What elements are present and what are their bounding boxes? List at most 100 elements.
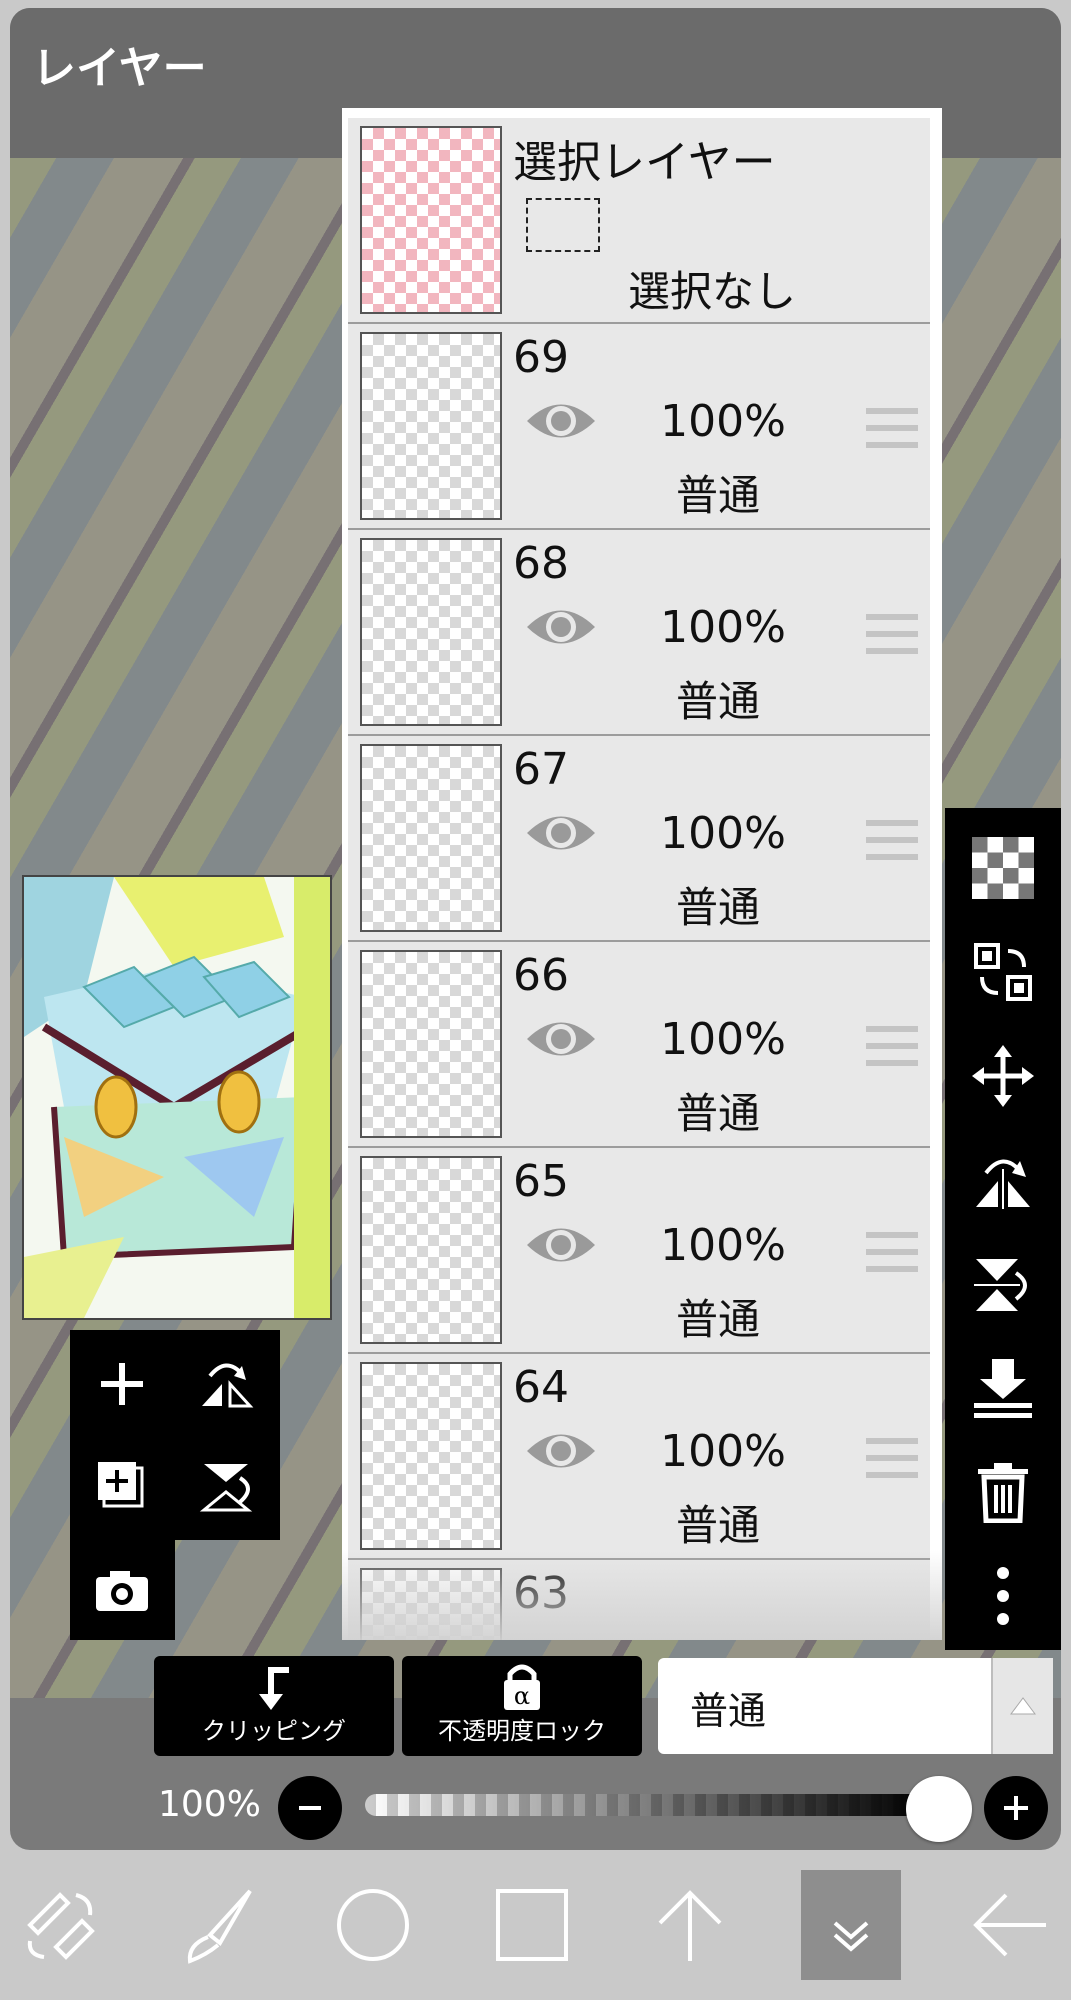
bottom-toolbar — [0, 1850, 1071, 2000]
visibility-toggle[interactable] — [523, 1426, 599, 1480]
color-button[interactable] — [323, 1870, 423, 1980]
checker-icon — [972, 837, 1034, 899]
drag-handle-icon — [866, 1026, 918, 1066]
camera-button[interactable] — [72, 1540, 172, 1640]
flip-v-icon — [199, 1464, 253, 1512]
blend-mode-select[interactable]: 普通 — [658, 1658, 1053, 1754]
eye-icon — [527, 404, 595, 438]
flip-canvas-vertical-button[interactable] — [176, 1436, 276, 1536]
flip-canvas-horizontal-button[interactable] — [176, 1334, 276, 1434]
blend-mode-dropdown-toggle[interactable] — [991, 1658, 1053, 1754]
swap-layer-button[interactable] — [963, 932, 1043, 1012]
layer-thumbnail — [360, 538, 502, 726]
layer-square-icon — [496, 1889, 568, 1961]
drag-handle-icon — [866, 408, 918, 448]
reorder-handle[interactable] — [866, 818, 918, 866]
opacity-slider-thumb[interactable] — [906, 1776, 972, 1842]
more-button[interactable] — [963, 1556, 1043, 1636]
list-fade — [342, 1550, 942, 1640]
brush-button[interactable] — [170, 1870, 270, 1980]
layer-opacity: 100% — [660, 396, 786, 447]
move-icon — [972, 1045, 1034, 1107]
visibility-toggle[interactable] — [523, 602, 599, 656]
reorder-handle[interactable] — [866, 612, 918, 660]
layer-name: 68 — [513, 538, 569, 589]
layer-button[interactable] — [482, 1870, 582, 1980]
upload-button[interactable] — [640, 1870, 740, 1980]
clipping-icon — [259, 1667, 289, 1710]
flip-horizontal-icon — [976, 1159, 1030, 1209]
opacity-decrease-button[interactable] — [278, 1776, 342, 1840]
left-toolbar — [70, 1330, 280, 1640]
add-special-layer-button[interactable] — [72, 1436, 172, 1536]
clipping-label: クリッピング — [202, 1717, 346, 1745]
reorder-handle[interactable] — [866, 1024, 918, 1072]
collapse-panel-button[interactable] — [801, 1870, 901, 1980]
page-title: レイヤー — [32, 43, 207, 94]
visibility-toggle[interactable] — [523, 1014, 599, 1068]
drag-handle-icon — [866, 820, 918, 860]
delete-layer-button[interactable] — [963, 1452, 1043, 1532]
reorder-handle[interactable] — [866, 1436, 918, 1484]
eye-icon — [527, 816, 595, 850]
opacity-increase-button[interactable] — [984, 1776, 1048, 1840]
canvas-preview[interactable] — [22, 875, 332, 1320]
flip-h-icon — [202, 1363, 254, 1408]
layer-row[interactable]: 68 100% 普通 — [348, 530, 930, 736]
layer-row[interactable]: 69 100% 普通 — [348, 324, 930, 530]
svg-text:α: α — [514, 1682, 530, 1710]
layer-blend-mode: 普通 — [675, 883, 760, 932]
swap-layer-icon — [974, 943, 1032, 1001]
add-special-layer-icon — [98, 1462, 144, 1508]
layer-list[interactable]: 選択レイヤー 選択なし 69 100% 普通 68 100% 普通 67 100… — [342, 108, 942, 1640]
merge-down-button[interactable] — [963, 1348, 1043, 1428]
selection-status: 選択なし — [628, 267, 797, 316]
layer-name: 65 — [513, 1156, 569, 1207]
add-layer-button[interactable] — [72, 1334, 172, 1434]
artwork-preview — [24, 877, 330, 1318]
layer-opacity: 100% — [660, 1014, 786, 1065]
layer-opacity: 100% — [660, 602, 786, 653]
chevron-up-icon — [1010, 1697, 1036, 1715]
layer-opacity: 100% — [660, 1220, 786, 1271]
reorder-handle[interactable] — [866, 1230, 918, 1278]
trash-icon — [978, 1463, 1028, 1523]
visibility-toggle[interactable] — [523, 396, 599, 450]
visibility-toggle[interactable] — [523, 1220, 599, 1274]
flip-layer-horizontal-button[interactable] — [963, 1140, 1043, 1220]
layer-opacity: 100% — [660, 1426, 786, 1477]
layer-blend-mode: 普通 — [675, 1295, 760, 1344]
back-button[interactable] — [960, 1870, 1060, 1980]
reorder-handle[interactable] — [866, 406, 918, 454]
eye-icon — [527, 1022, 595, 1056]
layer-row[interactable]: 66 100% 普通 — [348, 942, 930, 1148]
transparency-button[interactable] — [963, 828, 1043, 908]
eye-icon — [527, 610, 595, 644]
brush-icon — [187, 1889, 252, 1964]
layer-row[interactable]: 64 100% 普通 — [348, 1354, 930, 1560]
opacity-slider-row: 100% — [10, 1768, 1061, 1848]
layer-panel: レイヤー 選択レイヤー 選択なし 69 100% 普通 68 100% 普通 6… — [10, 8, 1061, 1850]
layer-row[interactable]: 65 100% 普通 — [348, 1148, 930, 1354]
alpha-lock-button[interactable]: α 不透明度ロック — [402, 1656, 642, 1756]
merge-down-icon — [974, 1359, 1032, 1418]
layer-blend-mode: 普通 — [675, 471, 760, 520]
camera-icon — [96, 1571, 148, 1611]
layer-blend-mode: 普通 — [675, 677, 760, 726]
layer-name: 66 — [513, 950, 569, 1001]
clipping-button[interactable]: クリッピング — [154, 1656, 394, 1756]
layer-thumbnail — [360, 950, 502, 1138]
add-layer-icon — [101, 1363, 143, 1405]
selection-layer-row[interactable]: 選択レイヤー 選択なし — [348, 118, 930, 324]
tools-button[interactable] — [10, 1870, 110, 1980]
visibility-toggle[interactable] — [523, 808, 599, 862]
lock-icon: α — [504, 1664, 540, 1710]
more-icon — [997, 1567, 1009, 1625]
drag-handle-icon — [866, 1232, 918, 1272]
opacity-slider-track[interactable] — [365, 1794, 925, 1816]
flip-layer-vertical-button[interactable] — [963, 1244, 1043, 1324]
layer-row[interactable]: 67 100% 普通 — [348, 736, 930, 942]
minus-icon — [299, 1806, 321, 1810]
move-layer-button[interactable] — [963, 1036, 1043, 1116]
layer-blend-mode: 普通 — [675, 1501, 760, 1550]
